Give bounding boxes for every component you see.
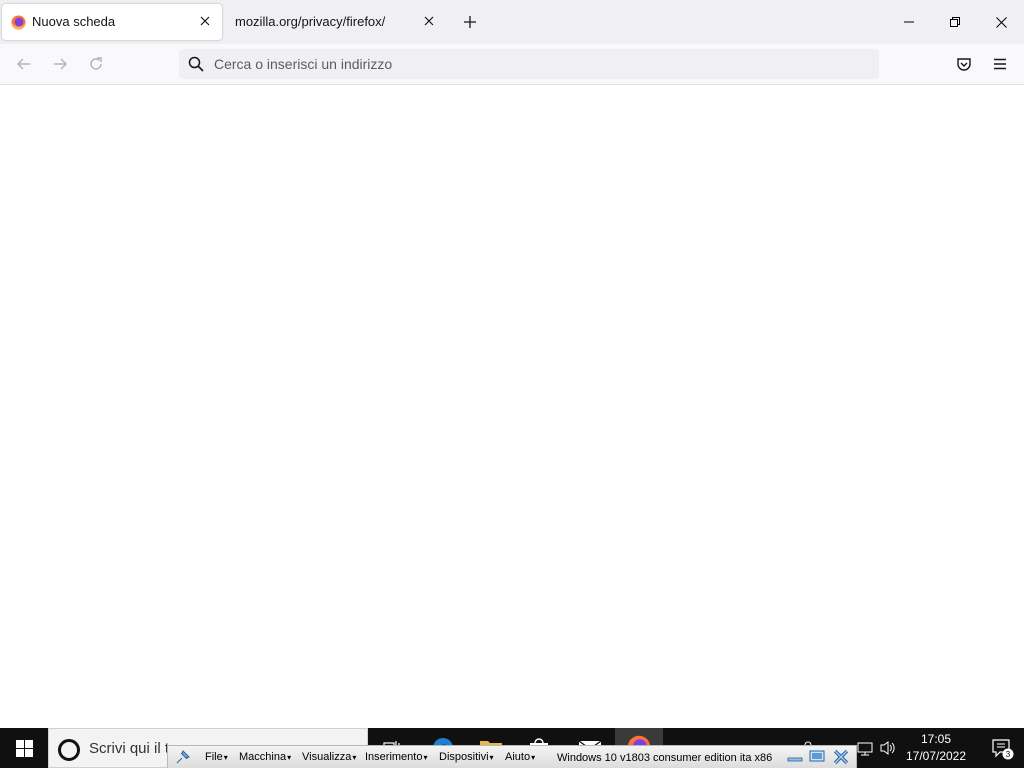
back-arrow-icon <box>16 58 30 70</box>
clock-time: 17:05 <box>920 732 952 746</box>
menu-visualizza[interactable]: Visualizza <box>302 751 356 763</box>
plus-icon <box>464 16 476 28</box>
minimize-button[interactable] <box>886 0 932 44</box>
vbox-minimize-button[interactable] <box>786 749 804 765</box>
menu-button[interactable] <box>988 52 1012 76</box>
new-tab-button[interactable] <box>459 11 481 33</box>
minimize-icon <box>787 757 803 762</box>
tab-close-icon[interactable] <box>420 12 438 30</box>
menu-file[interactable]: File <box>205 751 228 763</box>
reload-icon <box>90 57 102 70</box>
network-tray[interactable] <box>855 728 875 768</box>
navigation-toolbar <box>0 44 1024 85</box>
menu-dispositivi[interactable]: Dispositivi <box>439 751 494 763</box>
menu-macchina[interactable]: Macchina <box>239 751 291 763</box>
firefox-icon <box>11 15 26 30</box>
reload-button[interactable] <box>84 52 108 76</box>
restore-button[interactable] <box>932 0 978 44</box>
address-bar[interactable] <box>179 49 879 79</box>
tab-close-icon[interactable] <box>196 12 214 30</box>
address-input[interactable] <box>214 53 854 75</box>
vbox-close-button[interactable] <box>832 749 850 765</box>
system-clock[interactable]: 17:05 17/07/2022 <box>900 731 972 765</box>
tab-strip: Nuova scheda mozilla.org/privacy/firefox… <box>0 0 1024 44</box>
tab-mozilla-privacy[interactable]: mozilla.org/privacy/firefox/ <box>226 4 446 40</box>
pin-icon[interactable] <box>174 748 192 769</box>
forward-button[interactable] <box>48 52 72 76</box>
hamburger-menu-icon <box>994 58 1006 70</box>
cortana-icon <box>58 739 80 761</box>
windows-logo-icon <box>15 739 33 757</box>
volume-icon <box>880 741 895 755</box>
pocket-icon <box>957 58 971 71</box>
page-content <box>0 85 1024 728</box>
tab-nuova-scheda[interactable]: Nuova scheda <box>2 4 222 40</box>
minimize-icon <box>904 21 914 23</box>
tab-title: Nuova scheda <box>32 14 116 29</box>
clock-date: 17/07/2022 <box>905 749 967 763</box>
fullscreen-icon <box>809 750 825 762</box>
virtualbox-mini-toolbar: File Macchina Visualizza Inserimento Dis… <box>167 745 857 768</box>
pocket-button[interactable] <box>952 52 976 76</box>
network-icon <box>857 742 873 756</box>
search-placeholder: Scrivi qui il te <box>89 740 178 757</box>
vbox-fullscreen-button[interactable] <box>808 749 826 765</box>
volume-tray[interactable] <box>878 728 898 768</box>
action-center-button[interactable]: 3 <box>980 728 1024 768</box>
close-icon <box>833 749 849 765</box>
close-window-button[interactable] <box>978 0 1024 44</box>
tab-title: mozilla.org/privacy/firefox/ <box>235 14 386 29</box>
back-button[interactable] <box>12 52 36 76</box>
notification-count: 3 <box>1006 750 1011 759</box>
forward-arrow-icon <box>54 58 68 70</box>
close-icon <box>995 16 1007 28</box>
vm-name: Windows 10 v1803 consumer edition ita x8… <box>557 752 773 764</box>
menu-inserimento[interactable]: Inserimento <box>365 751 428 763</box>
search-icon <box>188 56 204 77</box>
restore-icon <box>950 17 960 27</box>
notification-icon: 3 <box>992 739 1014 760</box>
menu-aiuto[interactable]: Aiuto <box>505 751 535 763</box>
start-button[interactable] <box>0 728 48 768</box>
